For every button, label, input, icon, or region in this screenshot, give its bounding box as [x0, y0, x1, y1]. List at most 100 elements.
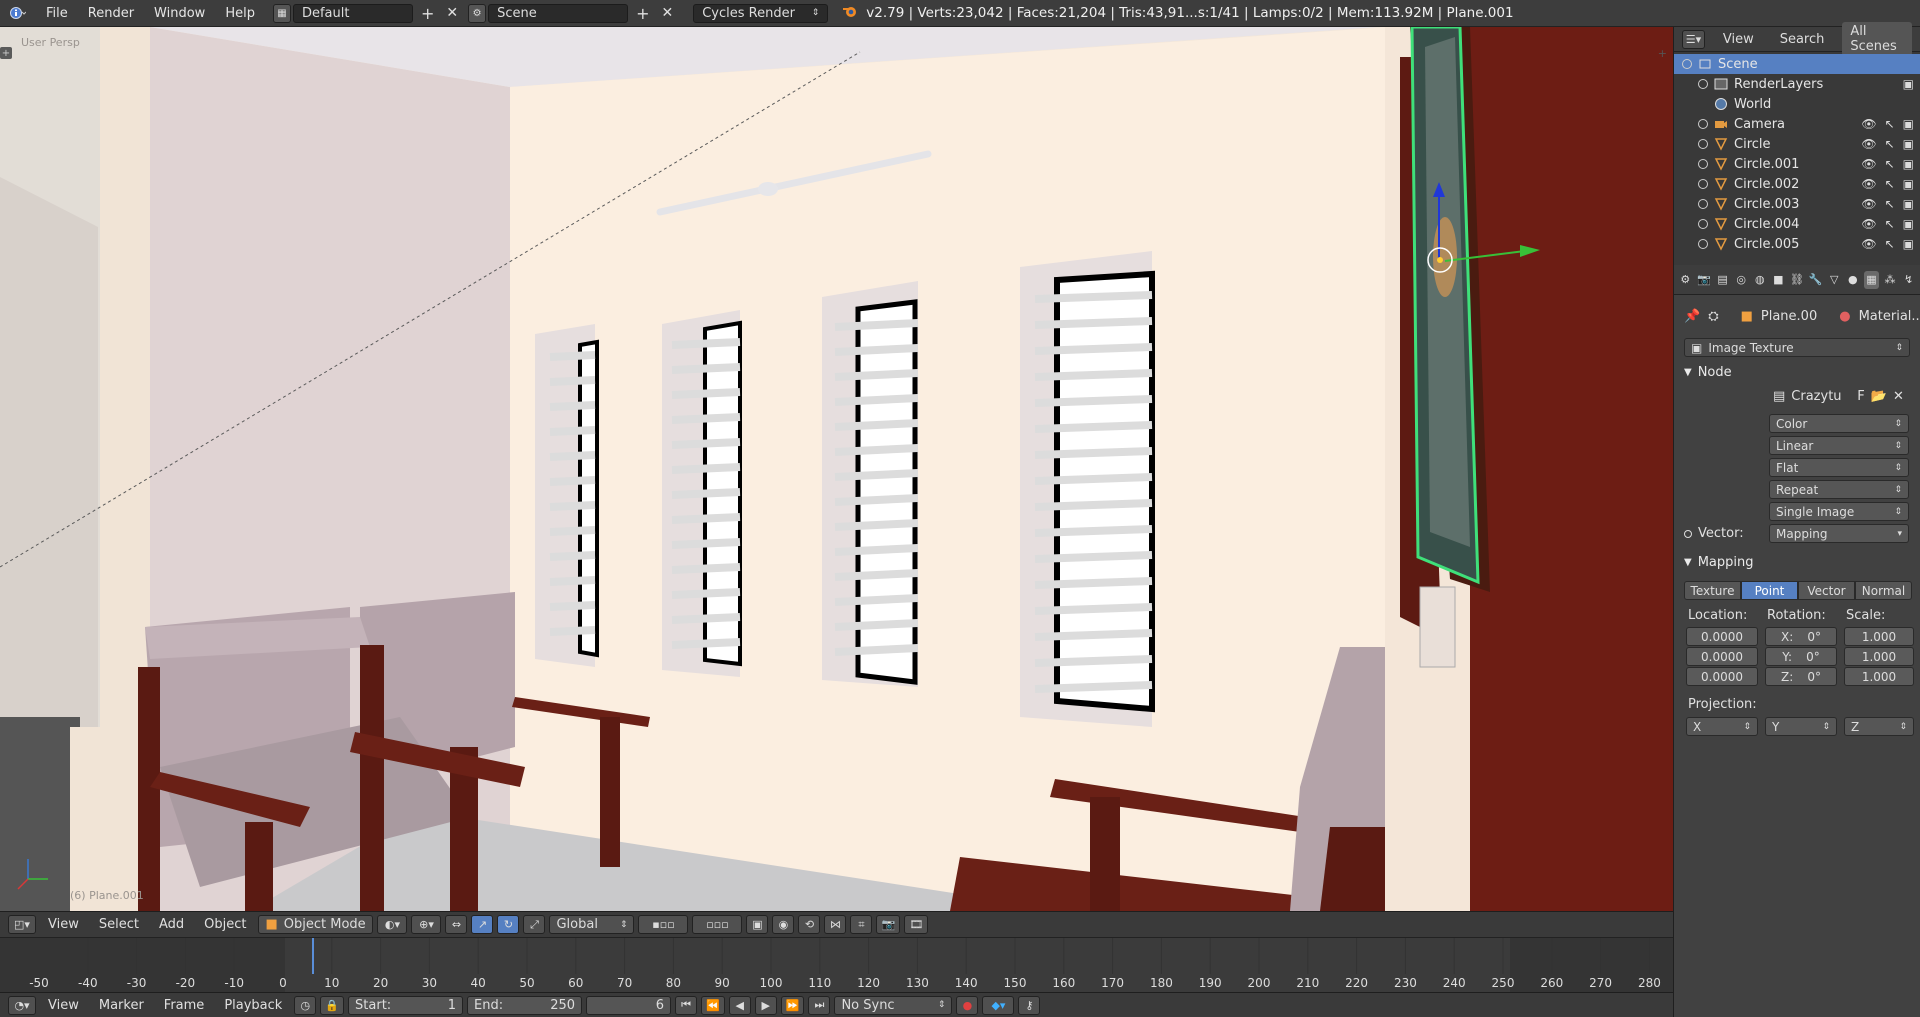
sync-mode-select[interactable]: No Sync ⇕ — [834, 995, 953, 1015]
menu-frame[interactable]: Frame — [156, 998, 213, 1013]
scale-x-field[interactable]: 1.000 — [1844, 627, 1914, 646]
opengl-anim-icon[interactable]: 🎞 — [904, 915, 929, 934]
snap-icon[interactable]: ⟲ — [798, 915, 821, 934]
snap-element-icon[interactable]: ⋈ — [824, 915, 847, 934]
menu-add[interactable]: Add — [151, 917, 192, 932]
scale-manipulator-icon[interactable]: ⤢ — [523, 915, 546, 934]
outliner-tab-view[interactable]: View — [1715, 30, 1762, 49]
particles-tab-icon[interactable]: ⁂ — [1883, 271, 1898, 289]
jump-start-icon[interactable]: ⏮ — [675, 995, 698, 1015]
outliner-row-circle-003[interactable]: Circle.003 👁 ↖ ▣ — [1674, 194, 1920, 214]
eye-icon[interactable]: 👁 — [1861, 237, 1876, 251]
render-icon[interactable]: ▣ — [1903, 117, 1914, 131]
outliner-row-circle-002[interactable]: Circle.002 👁 ↖ ▣ — [1674, 174, 1920, 194]
3d-viewport[interactable]: User Persp (6) Plane.001 + + — [0, 27, 1673, 911]
jump-keyframe-back-icon[interactable]: ⏪ — [701, 995, 725, 1015]
mapping-type-point[interactable]: Point — [1741, 581, 1798, 600]
jump-end-icon[interactable]: ⏭ — [808, 995, 831, 1015]
cursor-icon[interactable]: ↖ — [1885, 177, 1895, 191]
extension-select[interactable]: Repeat ⇕ — [1769, 480, 1909, 499]
expand-toggle-icon[interactable] — [1698, 239, 1708, 249]
jump-keyframe-forward-icon[interactable]: ⏩ — [780, 995, 805, 1015]
texture-type-select[interactable]: ▣ Image Texture ⇕ — [1684, 338, 1910, 357]
expand-toggle-icon[interactable] — [1698, 119, 1708, 129]
cursor-icon[interactable]: ↖ — [1885, 197, 1895, 211]
menu-playback[interactable]: Playback — [216, 998, 290, 1013]
menu-file[interactable]: File — [36, 6, 78, 21]
render-icon[interactable]: ▣ — [1903, 157, 1914, 171]
current-frame-field[interactable]: 6 — [586, 995, 672, 1015]
layer-lock-icon[interactable]: ▣ — [746, 915, 769, 934]
render-engine-select[interactable]: Cycles Render ⇕ — [693, 3, 829, 23]
render-icon[interactable]: ▣ — [1903, 237, 1914, 251]
physics-tab-icon[interactable]: ↯ — [1901, 271, 1916, 289]
outliner-display-mode[interactable]: All Scenes — [1842, 22, 1912, 56]
interpolation-select[interactable]: Linear ⇕ — [1769, 436, 1909, 455]
record-icon[interactable]: ● — [956, 995, 979, 1015]
rotation-y-field[interactable]: Y: 0° — [1765, 647, 1837, 666]
mapping-type-texture[interactable]: Texture — [1684, 581, 1741, 600]
snap-target-icon[interactable]: ⌗ — [850, 915, 873, 934]
proportional-edit-icon[interactable]: ◉ — [772, 915, 795, 934]
layers-grid-right[interactable]: ▫▫▫ — [692, 915, 743, 934]
editor-type-button[interactable]: ◰▾ — [8, 915, 36, 934]
location-z-field[interactable]: 0.0000 — [1686, 667, 1758, 686]
cursor-icon[interactable]: ↖ — [1885, 157, 1895, 171]
outliner-row-circle-001[interactable]: Circle.001 👁 ↖ ▣ — [1674, 154, 1920, 174]
play-icon[interactable]: ▶ — [754, 995, 777, 1015]
vector-link-select[interactable]: Mapping ▾ — [1769, 524, 1909, 543]
fake-user-button[interactable]: F — [1857, 389, 1864, 404]
render-icon[interactable]: ▣ — [1903, 177, 1914, 191]
pin-icon[interactable]: 📌 — [1684, 309, 1700, 324]
end-frame-field[interactable]: End: 250 — [467, 995, 583, 1015]
mapping-type-normal[interactable]: Normal — [1855, 581, 1912, 600]
texture-tab-icon[interactable]: ▦ — [1864, 270, 1879, 289]
cursor-icon[interactable]: ↖ — [1885, 217, 1895, 231]
timeline-editor[interactable]: -50 -40 -30 -20 -10 0 10 20 30 40 50 60 70 80 90 100 110… — [0, 937, 1673, 992]
expand-toggle-icon[interactable] — [1698, 199, 1708, 209]
world-tab-icon[interactable]: ◍ — [1752, 271, 1767, 289]
opengl-render-icon[interactable]: 📷 — [876, 915, 901, 934]
layout-name-field[interactable]: Default — [292, 3, 413, 23]
rotate-manipulator-icon[interactable]: ↻ — [497, 915, 520, 934]
cursor-icon[interactable]: ↖ — [1885, 237, 1895, 251]
scale-z-field[interactable]: 1.000 — [1844, 667, 1914, 686]
render-icon[interactable]: ▣ — [1903, 197, 1914, 211]
render-layers-tab-icon[interactable]: ▤ — [1715, 271, 1730, 289]
outliner-row-circle[interactable]: Circle 👁 ↖ ▣ — [1674, 134, 1920, 154]
transform-orientation-select[interactable]: Global ⇕ — [549, 915, 635, 934]
layout-close-icon[interactable]: ✕ — [442, 5, 462, 21]
info-editor-icon[interactable] — [0, 0, 36, 27]
object-tab-icon[interactable]: ■ — [1771, 271, 1786, 289]
image-browse-icon[interactable]: ▤ — [1773, 389, 1785, 404]
projection-z-select[interactable]: Z ⇕ — [1844, 717, 1914, 736]
layout-add-icon[interactable]: + — [415, 4, 440, 23]
lock-range-icon[interactable]: 🔒 — [320, 995, 345, 1015]
location-x-field[interactable]: 0.0000 — [1686, 627, 1758, 646]
layout-browse-button[interactable]: ▦ — [272, 3, 291, 23]
menu-select[interactable]: Select — [91, 917, 147, 932]
mapping-type-vector[interactable]: Vector — [1798, 581, 1855, 600]
modifiers-tab-icon[interactable]: 🔧 — [1808, 271, 1823, 289]
outliner-row-circle-004[interactable]: Circle.004 👁 ↖ ▣ — [1674, 214, 1920, 234]
expand-toggle-icon[interactable] — [1698, 139, 1708, 149]
outliner-row-scene[interactable]: Scene — [1674, 54, 1920, 74]
pivot-point-button[interactable]: ⊕▾ — [411, 915, 442, 934]
projection-x-select[interactable]: X ⇕ — [1686, 717, 1758, 736]
mapping-panel-header[interactable]: ▼ Mapping — [1684, 555, 1754, 570]
eye-icon[interactable]: 👁 — [1861, 137, 1876, 151]
menu-render[interactable]: Render — [78, 6, 144, 21]
keyframe-insert-icon[interactable]: ⚷ — [1018, 995, 1041, 1015]
outliner-row-renderlayers[interactable]: RenderLayers ▣ — [1674, 74, 1920, 94]
timeline-editor-type-button[interactable]: ◔▾ — [8, 995, 36, 1015]
menu-marker[interactable]: Marker — [91, 998, 152, 1013]
manipulator-toggle-icon[interactable]: ⇔ — [445, 915, 468, 934]
material-tab-icon[interactable]: ● — [1845, 271, 1860, 289]
rotation-z-field[interactable]: Z: 0° — [1765, 667, 1837, 686]
render-tab-icon[interactable]: 📷 — [1697, 271, 1712, 289]
node-panel-header[interactable]: ▼ Node — [1684, 365, 1732, 380]
eye-icon[interactable]: 👁 — [1861, 217, 1876, 231]
expand-toggle-icon[interactable] — [1698, 159, 1708, 169]
mode-select[interactable]: ■ Object Mode — [258, 915, 374, 934]
constraints-tab-icon[interactable]: ⛓ — [1790, 271, 1805, 289]
